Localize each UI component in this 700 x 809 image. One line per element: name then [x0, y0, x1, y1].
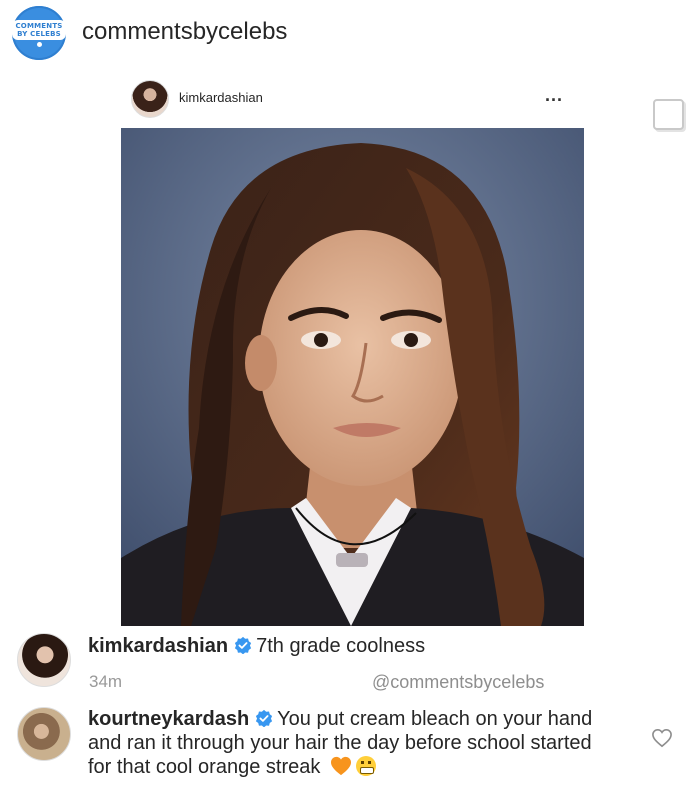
heart-icon[interactable]	[651, 728, 673, 748]
credit-handle[interactable]: @commentsbycelebs	[372, 672, 544, 693]
more-options-icon[interactable]: ...	[545, 86, 563, 104]
comment-kimkardashian: kimkardashian 7th grade coolness	[88, 634, 425, 658]
post-avatar[interactable]	[131, 80, 169, 118]
logo-text-line1: COMMENTS	[15, 21, 63, 30]
grimacing-face-emoji	[355, 756, 376, 776]
comment-kourtneykardash: kourtneykardash You put cream bleach on …	[88, 707, 608, 779]
post-photo[interactable]	[121, 128, 584, 626]
save-icon[interactable]	[653, 99, 684, 130]
verified-badge-icon	[256, 709, 273, 727]
comments-by-celebs-logo[interactable]: COMMENTS BY CELEBS	[12, 6, 66, 60]
comment-avatar-kimkardashian[interactable]	[17, 633, 71, 687]
logo-text: COMMENTS BY CELEBS	[12, 19, 66, 40]
comment-username[interactable]: kimkardashian	[88, 635, 228, 657]
comment-text: 7th grade coolness	[256, 635, 426, 657]
account-name[interactable]: commentsbycelebs	[82, 16, 287, 48]
timestamp: 34m	[89, 672, 123, 691]
post-username[interactable]: kimkardashian	[179, 89, 263, 107]
comment-username[interactable]: kourtneykardash	[88, 708, 249, 730]
verified-badge-icon	[234, 636, 252, 654]
portrait-illustration	[121, 128, 584, 626]
logo-dot	[36, 41, 42, 47]
comment-avatar-kourtneykardash[interactable]	[17, 707, 71, 761]
logo-text-line2: BY CELEBS	[17, 29, 61, 38]
orange-heart-emoji	[330, 756, 351, 776]
